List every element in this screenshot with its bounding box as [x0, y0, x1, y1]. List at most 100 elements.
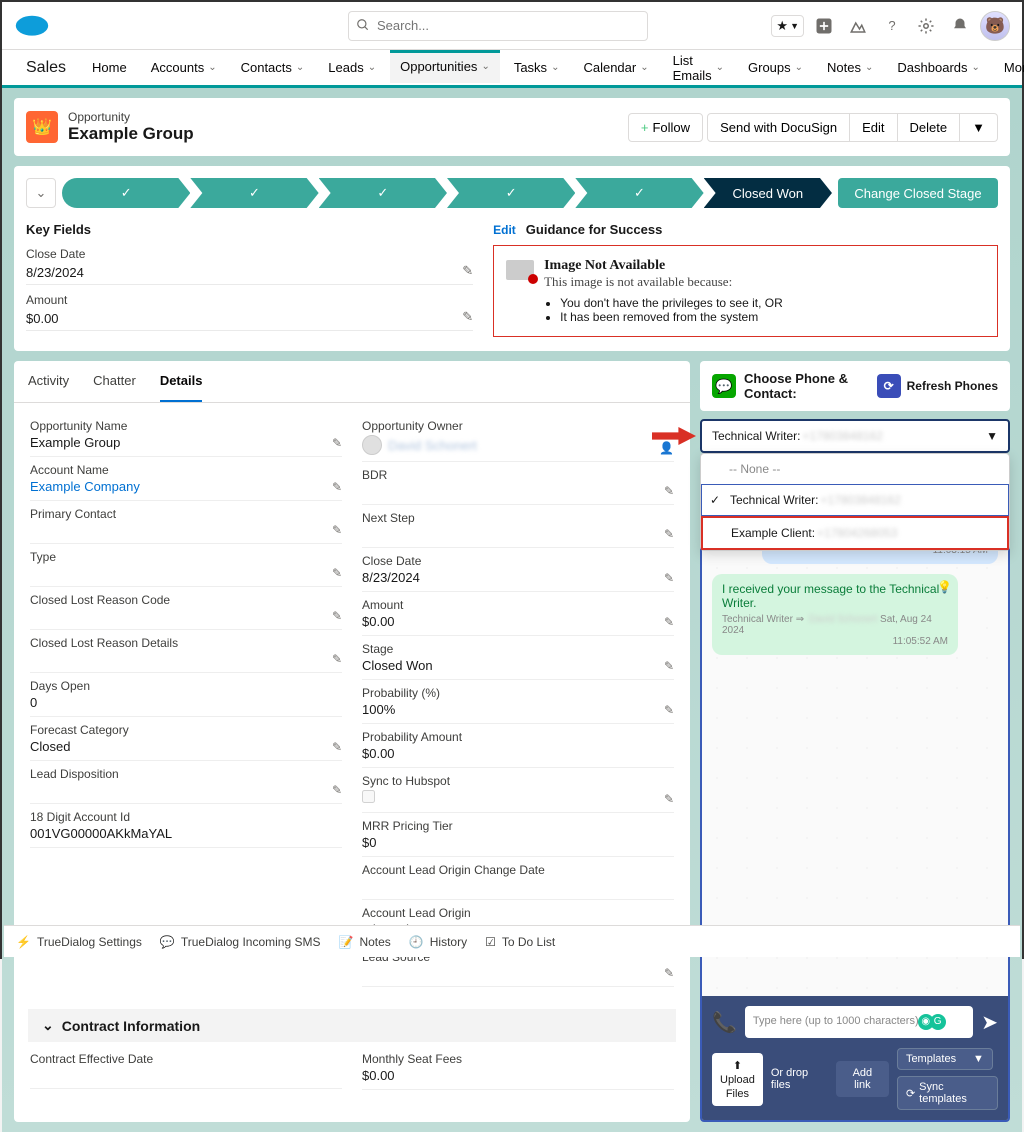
path-row: ⌄ ✓ ✓ ✓ ✓ ✓ Closed Won Change Closed Sta…: [26, 178, 998, 208]
chevron-down-icon: ⌄: [716, 62, 724, 73]
tab-chatter[interactable]: Chatter: [93, 361, 136, 402]
edit-icon[interactable]: ✎: [332, 740, 342, 754]
docusign-button[interactable]: Send with DocuSign: [707, 113, 850, 142]
owner-name[interactable]: David Schonert: [388, 438, 477, 453]
nav-groups[interactable]: Groups⌄: [738, 51, 813, 84]
tab-details[interactable]: Details: [160, 361, 203, 402]
favorites-button[interactable]: ★▼: [771, 15, 804, 37]
edit-icon[interactable]: ✎: [332, 436, 342, 450]
nav-accounts[interactable]: Accounts⌄: [141, 51, 227, 84]
guidance: Edit Guidance for Success Image Not Avai…: [493, 222, 998, 339]
record-type: Opportunity: [68, 110, 628, 124]
header-actions: ★▼ ? 🐻: [771, 11, 1010, 41]
path-stage[interactable]: ✓: [62, 178, 190, 208]
edit-icon[interactable]: ✎: [664, 703, 674, 717]
global-header: ★▼ ? 🐻: [2, 2, 1022, 50]
user-avatar[interactable]: 🐻: [980, 11, 1010, 41]
edit-icon[interactable]: ✎: [664, 659, 674, 673]
edit-icon[interactable]: ✎: [664, 571, 674, 585]
drop-files-text: Or drop files: [771, 1067, 828, 1091]
contact-select[interactable]: Technical Writer:+17803848162 ▼: [700, 419, 1010, 453]
edit-icon[interactable]: ✎: [332, 566, 342, 580]
edit-icon[interactable]: ✎: [664, 615, 674, 629]
path-stages: ✓ ✓ ✓ ✓ ✓ Closed Won: [62, 178, 832, 208]
edit-icon[interactable]: ✎: [332, 480, 342, 494]
edit-icon[interactable]: ✎: [664, 484, 674, 498]
send-icon[interactable]: ➤: [981, 1010, 998, 1035]
templates-select[interactable]: Templates▼: [897, 1048, 993, 1070]
edit-button[interactable]: Edit: [850, 113, 897, 142]
trailhead-icon[interactable]: [844, 12, 872, 40]
edit-icon[interactable]: ✎: [332, 783, 342, 797]
contract-section-header[interactable]: ⌄Contract Information: [28, 1009, 676, 1042]
owner-avatar: [362, 435, 382, 455]
nav-tasks[interactable]: Tasks⌄: [504, 51, 570, 84]
chat-footer: 📞 Type here (up to 1000 characters) ◉G ➤…: [702, 996, 1008, 1120]
nav-listemails[interactable]: List Emails⌄: [663, 44, 734, 92]
follow-button[interactable]: +Follow: [628, 113, 703, 142]
chevron-down-icon: ⌄: [640, 62, 648, 73]
change-stage-button[interactable]: Change Closed Stage: [838, 178, 998, 208]
path-toggle[interactable]: ⌄: [26, 178, 56, 208]
delete-button[interactable]: Delete: [898, 113, 961, 142]
footer-todo[interactable]: ☑To Do List: [485, 935, 555, 949]
edit-icon[interactable]: ✎: [332, 609, 342, 623]
footer-notes[interactable]: 📝Notes: [338, 935, 390, 949]
edit-icon[interactable]: ✎: [664, 792, 674, 806]
path-stage[interactable]: ✓: [190, 178, 318, 208]
nav-contacts[interactable]: Contacts⌄: [231, 51, 315, 84]
nav-dashboards[interactable]: Dashboards⌄: [887, 51, 990, 84]
sync-templates-button[interactable]: ⟳Sync templates: [897, 1076, 998, 1110]
app-launcher-icon[interactable]: [10, 58, 14, 78]
message-input[interactable]: Type here (up to 1000 characters) ◉G: [745, 1006, 973, 1038]
notes-icon: 📝: [338, 935, 353, 949]
dropdown-option-example-client[interactable]: Example Client:+17804268053: [701, 516, 1009, 550]
setup-icon[interactable]: [912, 12, 940, 40]
close-date-value: 8/23/2024: [26, 261, 473, 285]
guidance-title: Guidance for Success: [526, 222, 663, 237]
chevron-down-icon: ⌄: [795, 62, 803, 73]
edit-icon[interactable]: ✎: [664, 966, 674, 980]
truedialog-settings[interactable]: ⚡TrueDialog Settings: [16, 935, 142, 949]
nav-opportunities[interactable]: Opportunities⌄: [390, 50, 500, 83]
search-input[interactable]: [348, 11, 648, 41]
path-stage[interactable]: ✓: [319, 178, 447, 208]
help-icon[interactable]: ?: [878, 12, 906, 40]
notifications-icon[interactable]: [946, 12, 974, 40]
add-icon[interactable]: [810, 12, 838, 40]
path-stage[interactable]: ✓: [575, 178, 703, 208]
footer-history[interactable]: 🕘History: [409, 935, 467, 949]
truedialog-sms[interactable]: 💬TrueDialog Incoming SMS: [160, 935, 321, 949]
edit-icon[interactable]: ✎: [664, 527, 674, 541]
record-title: Example Group: [68, 124, 628, 144]
edit-icon[interactable]: ✎: [462, 309, 473, 325]
nav-home[interactable]: Home: [82, 51, 137, 84]
edit-icon[interactable]: ✎: [332, 652, 342, 666]
path-stage[interactable]: ✓: [447, 178, 575, 208]
chevron-down-icon: ⌄: [551, 62, 559, 73]
more-actions-button[interactable]: ▼: [960, 113, 998, 142]
edit-icon[interactable]: ✎: [332, 523, 342, 537]
details-panel: Activity Chatter Details Opportunity Nam…: [14, 361, 690, 1122]
close-date-label: Close Date: [26, 247, 473, 261]
dropdown-option-technical-writer[interactable]: Technical Writer:+17803848162: [701, 484, 1009, 516]
nav-more[interactable]: More▼: [994, 51, 1024, 84]
tab-activity[interactable]: Activity: [28, 361, 69, 402]
refresh-phones-button[interactable]: ⟳ Refresh Phones: [877, 374, 998, 398]
error-reason: It has been removed from the system: [560, 310, 783, 324]
nav-notes[interactable]: Notes⌄: [817, 51, 883, 84]
dropdown-option-none[interactable]: -- None --: [701, 454, 1009, 484]
chevron-down-icon: ⌄: [296, 62, 304, 73]
nav-calendar[interactable]: Calendar⌄: [573, 51, 658, 84]
edit-icon[interactable]: ✎: [462, 263, 473, 279]
record-meta: Opportunity Example Group: [68, 110, 628, 144]
change-owner-icon[interactable]: 👤: [659, 441, 674, 455]
upload-files-button[interactable]: ⬆UploadFiles: [712, 1053, 763, 1106]
guidance-edit-link[interactable]: Edit: [493, 223, 516, 237]
history-icon: 🕘: [409, 935, 424, 949]
lightning-icon: ⚡: [16, 935, 31, 949]
account-link[interactable]: Example Company: [30, 477, 342, 496]
nav-leads[interactable]: Leads⌄: [318, 51, 386, 84]
path-stage-closedwon[interactable]: Closed Won: [704, 178, 832, 208]
add-link-button[interactable]: Add link: [836, 1061, 889, 1097]
